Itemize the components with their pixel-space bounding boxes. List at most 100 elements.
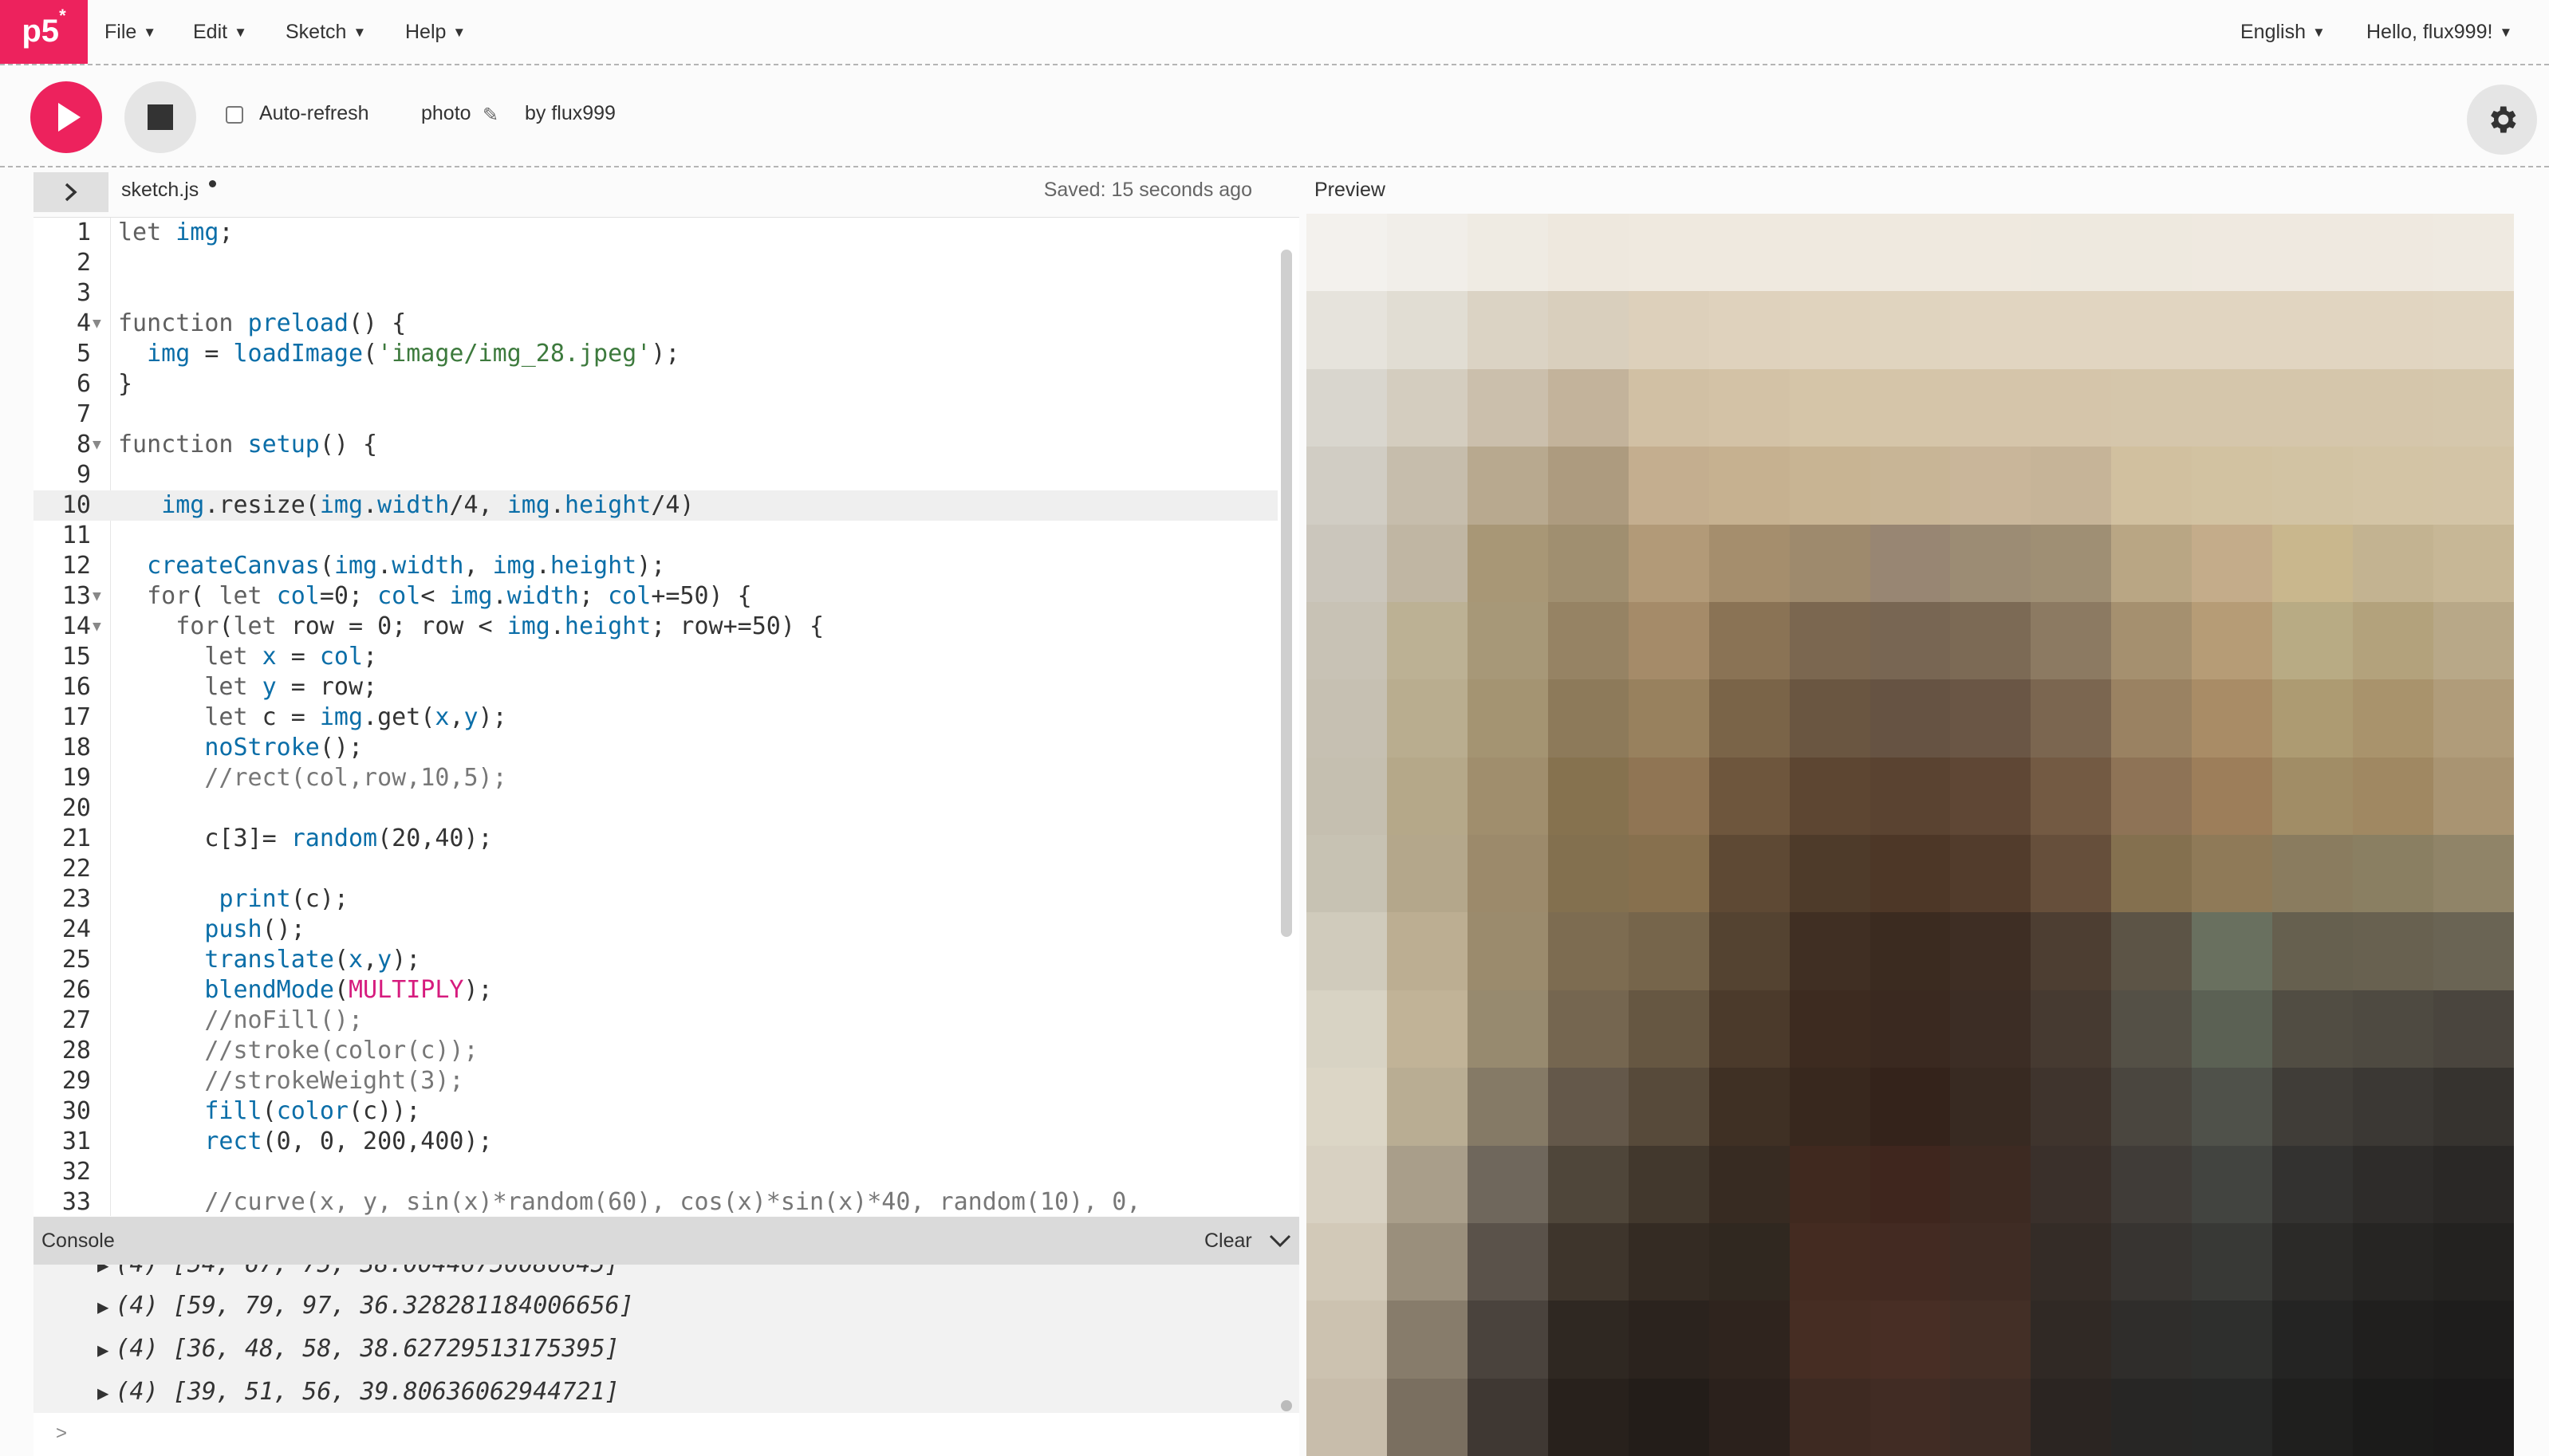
code-line[interactable]: 25 translate(x,y); <box>33 945 1278 975</box>
preview-pixel <box>1467 1378 1548 1456</box>
code-line[interactable]: 29 //strokeWeight(3); <box>33 1066 1278 1096</box>
console-entry[interactable]: ▶ (4) [59, 79, 97, 36.328281184006656] <box>97 1285 634 1327</box>
fold-arrow-icon[interactable]: ▼ <box>93 430 101 460</box>
line-number: 31 <box>61 1127 91 1155</box>
clear-console-button[interactable]: Clear <box>1204 1230 1252 1253</box>
preview-pixel <box>1386 1301 1468 1379</box>
preview-pixel <box>1467 990 1548 1068</box>
code-line[interactable]: 4 ▼ function preload() { <box>33 309 1278 339</box>
code-line[interactable]: 6} <box>33 369 1278 399</box>
chevron-down-icon: ▼ <box>143 25 157 41</box>
preview-pixel <box>1386 368 1468 447</box>
code-editor[interactable]: 1 let img; 2 3 4 ▼ function preload() {5 img =… <box>33 217 1299 1216</box>
play-button[interactable] <box>30 81 102 153</box>
code-line[interactable]: 5 img = loadImage('image/img_28.jpeg'); <box>33 339 1278 369</box>
p5-logo[interactable]: p5* <box>0 0 88 64</box>
code-line[interactable]: 8 ▼ function setup() { <box>33 430 1278 460</box>
line-number: 24 <box>61 915 91 943</box>
sketch-name[interactable]: photo <box>421 102 471 125</box>
auto-refresh-label[interactable]: Auto-refresh <box>259 102 369 125</box>
sketch-author[interactable]: by flux999 <box>525 102 616 125</box>
preview-pixel <box>1869 679 1951 758</box>
preview-pixel <box>1467 1068 1548 1146</box>
preview-pixel <box>2433 835 2514 913</box>
editor-scrollbar[interactable] <box>1281 250 1292 937</box>
preview-pixel <box>1547 447 1629 525</box>
preview-pixel <box>2031 447 2112 525</box>
preview-pixel <box>2433 291 2514 369</box>
code-line[interactable]: 32 <box>33 1157 1278 1187</box>
preview-pixel <box>2031 1378 2112 1456</box>
chevron-down-icon[interactable] <box>1268 1231 1292 1250</box>
console-prompt-icon: > <box>56 1423 68 1444</box>
preview-pixel <box>2111 990 2192 1068</box>
fold-arrow-icon[interactable]: ▼ <box>93 581 101 612</box>
console-entry[interactable]: ▶ (4) [36, 48, 58, 38.62729513175395] <box>97 1328 620 1370</box>
code-line[interactable]: 17 let c = img.get(x,y); <box>33 702 1278 733</box>
preview-pixel <box>1547 214 1629 292</box>
language-menu[interactable]: English ▼ <box>2240 0 2326 64</box>
user-menu[interactable]: Hello, flux999! ▼ <box>2366 0 2512 64</box>
menu-file[interactable]: File ▼ <box>104 0 156 64</box>
console-scrollbar[interactable] <box>1281 1400 1292 1411</box>
preview-pixel <box>2031 1068 2112 1146</box>
preview-pixel <box>1306 757 1387 835</box>
console-entry[interactable]: ▶(4) [54, 67, 75, 38.00446750080645] <box>97 1265 620 1285</box>
code-line[interactable]: 26 blendMode(MULTIPLY); <box>33 975 1278 1005</box>
preview-pixel <box>1467 1301 1548 1379</box>
code-text: //noFill(); <box>204 1006 364 1034</box>
code-line[interactable]: 2 <box>33 248 1278 278</box>
menu-help[interactable]: Help ▼ <box>405 0 466 64</box>
menu-sketch[interactable]: Sketch ▼ <box>286 0 366 64</box>
code-line[interactable]: 20 <box>33 793 1278 824</box>
code-line[interactable]: 19 //rect(col,row,10,5); <box>33 763 1278 793</box>
preview-pixel <box>2272 601 2354 680</box>
code-line[interactable]: 14 ▼ for(let row = 0; row < img.height; r… <box>33 612 1278 642</box>
code-line[interactable]: 23 print(c); <box>33 884 1278 915</box>
code-line[interactable]: 3 <box>33 278 1278 309</box>
preview-pixel <box>1950 601 2031 680</box>
auto-refresh-checkbox[interactable] <box>226 106 243 124</box>
code-line[interactable]: 18 noStroke(); <box>33 733 1278 763</box>
pencil-icon[interactable]: ✎ <box>483 104 498 127</box>
code-line[interactable]: 27 //noFill(); <box>33 1005 1278 1036</box>
stop-button[interactable] <box>124 81 196 153</box>
code-line[interactable]: 31 rect(0, 0, 200,400); <box>33 1127 1278 1157</box>
code-line[interactable]: 11 <box>33 521 1278 551</box>
preview-pixel <box>2272 912 2354 990</box>
code-line[interactable]: 7 <box>33 399 1278 430</box>
code-line[interactable]: 16 let y = row; <box>33 672 1278 702</box>
code-line[interactable]: 30 fill(color(c)); <box>33 1096 1278 1127</box>
preview-pixel <box>1869 1301 1951 1379</box>
code-line[interactable]: 24 push(); <box>33 915 1278 945</box>
code-line[interactable]: 9 <box>33 460 1278 490</box>
console-input[interactable]: > <box>33 1413 1299 1456</box>
file-tab-sketch-js[interactable]: sketch.js <box>121 179 199 202</box>
code-line[interactable]: 33 //curve(x, y, sin(x)*random(60), cos(… <box>33 1187 1278 1216</box>
code-line[interactable]: 21 c[3]= random(20,40); <box>33 824 1278 854</box>
code-line[interactable]: 1 let img; <box>33 218 1278 248</box>
code-line[interactable]: 28 //stroke(color(c)); <box>33 1036 1278 1066</box>
preview-pixel <box>2192 601 2273 680</box>
sidebar-toggle-button[interactable] <box>33 172 108 212</box>
code-line[interactable]: 12 createCanvas(img.width, img.height); <box>33 551 1278 581</box>
settings-button[interactable] <box>2467 85 2537 155</box>
preview-pixel <box>2272 835 2354 913</box>
console-entry[interactable]: ▶ (4) [39, 51, 56, 39.80636062944721] <box>97 1371 620 1413</box>
code-text: function setup() { <box>118 431 378 458</box>
menu-edit[interactable]: Edit ▼ <box>193 0 247 64</box>
preview-pixel <box>1628 1222 1709 1301</box>
code-line[interactable]: 13 ▼ for( let col=0; col< img.width; col+… <box>33 581 1278 612</box>
fold-arrow-icon[interactable]: ▼ <box>93 612 101 642</box>
code-line[interactable]: 22 <box>33 854 1278 884</box>
preview-pixel <box>2031 524 2112 602</box>
preview-pixel <box>2192 524 2273 602</box>
code-line[interactable]: 10 img.resize(img.width/4, img.height/4) <box>33 490 1278 521</box>
preview-pixel <box>1708 1378 1790 1456</box>
code-line[interactable]: 15 let x = col; <box>33 642 1278 672</box>
preview-canvas[interactable] <box>1306 214 2514 1456</box>
code-text: img.resize(img.width/4, img.height/4) <box>161 491 695 519</box>
line-number: 33 <box>61 1188 91 1216</box>
fold-arrow-icon[interactable]: ▼ <box>93 309 101 339</box>
line-number: 3 <box>76 279 91 307</box>
